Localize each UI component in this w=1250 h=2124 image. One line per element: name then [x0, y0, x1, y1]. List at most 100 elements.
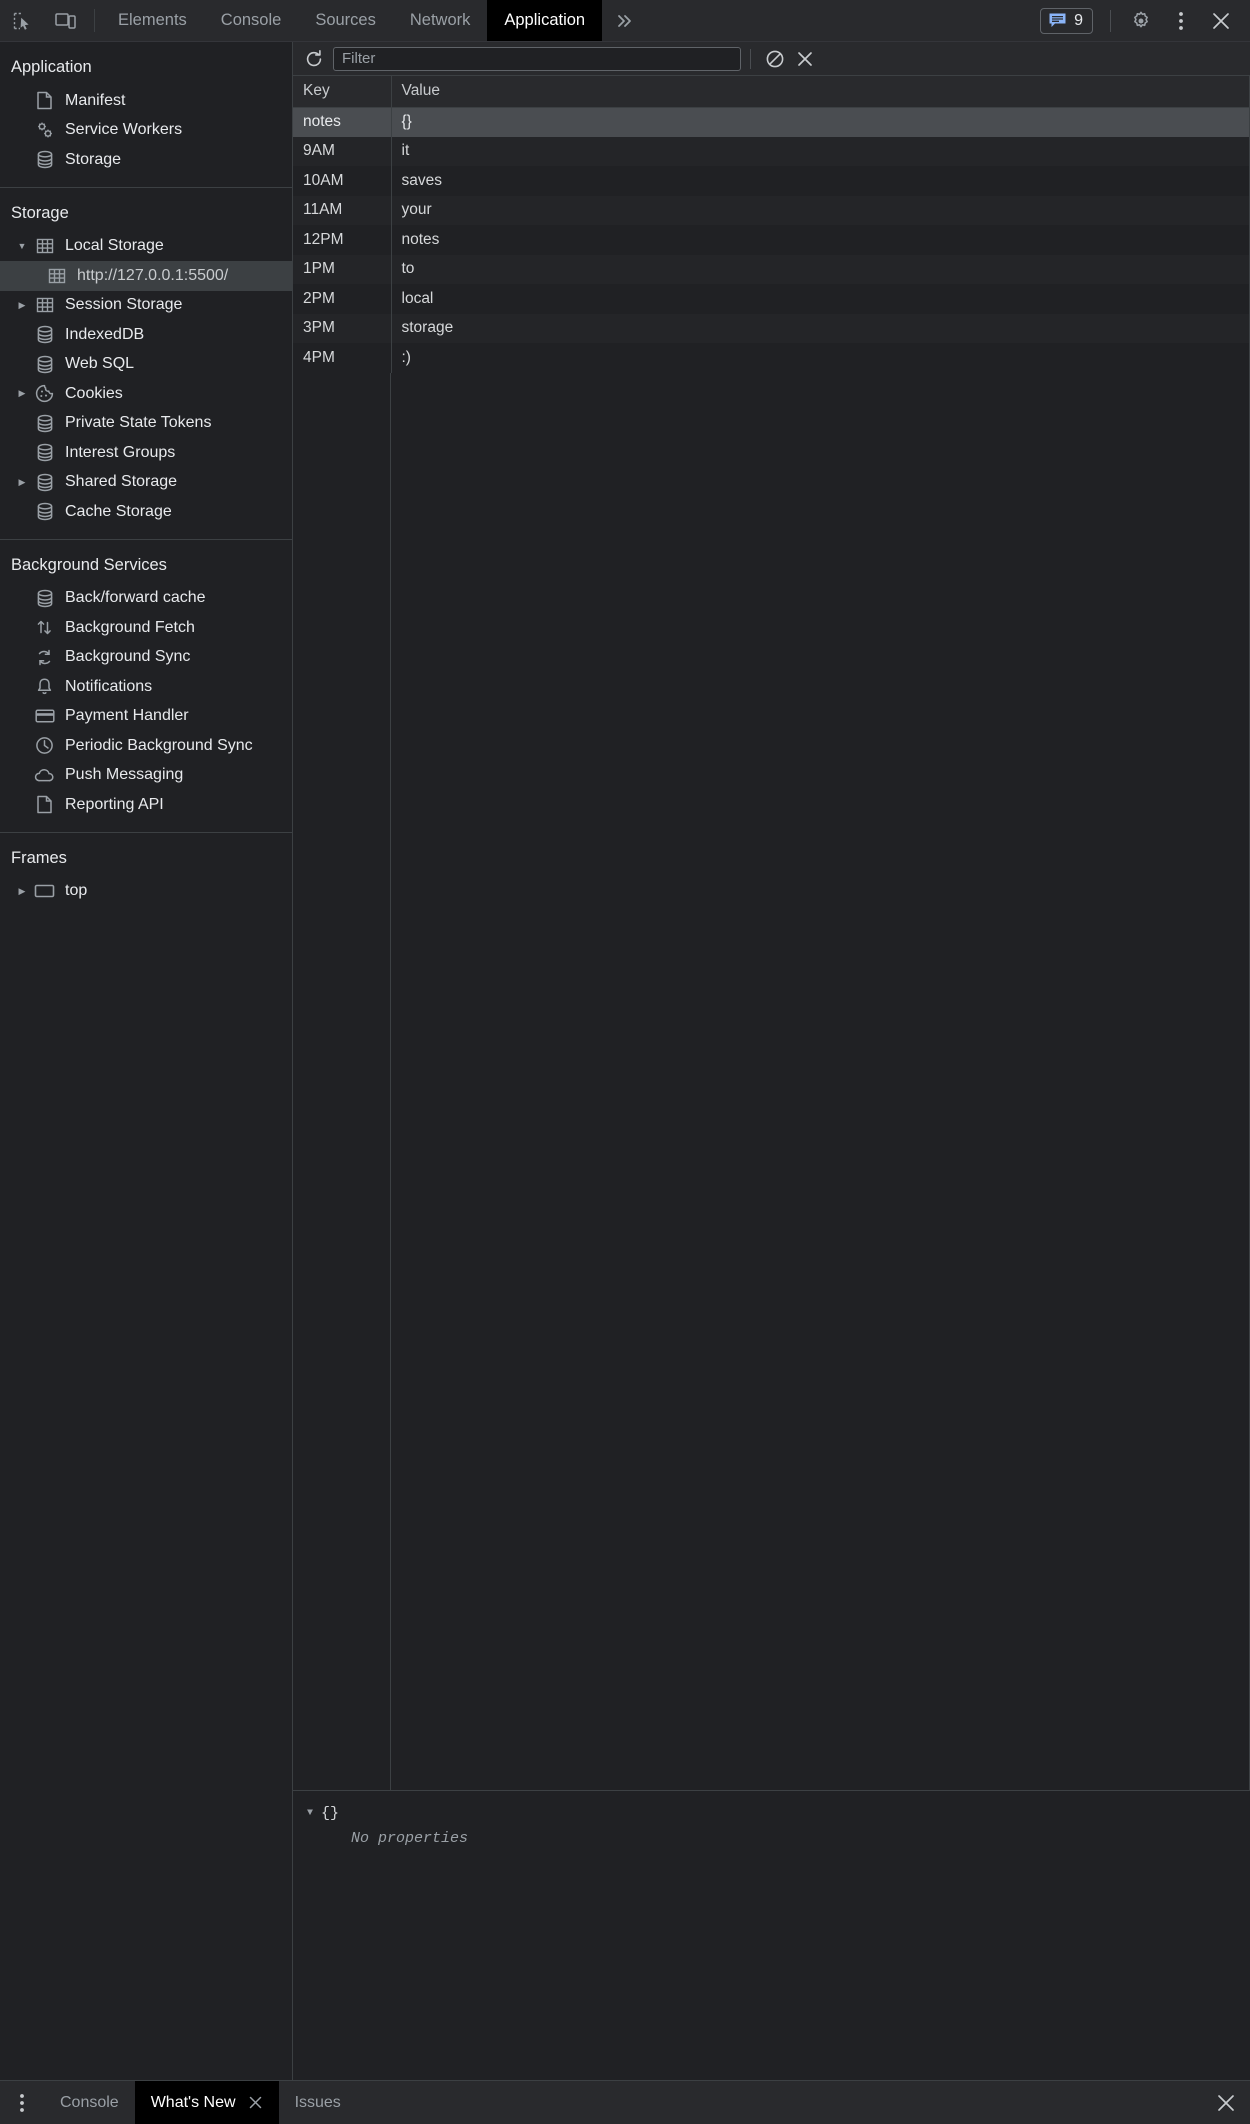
- sidebar-item-top-frame[interactable]: ▶ top: [0, 877, 292, 907]
- gears-icon: [30, 120, 59, 140]
- expand-arrow-down-icon[interactable]: ▼: [14, 241, 30, 251]
- sidebar-item-background-sync[interactable]: ▶ Background Sync: [0, 643, 292, 673]
- tab-elements[interactable]: Elements: [101, 0, 204, 41]
- document-icon: [30, 795, 59, 814]
- drawer-tab-issues[interactable]: Issues: [279, 2081, 357, 2124]
- sidebar-item-manifest[interactable]: ▶ Manifest: [0, 86, 292, 116]
- database-icon: [30, 589, 59, 608]
- more-vertical-icon[interactable]: [1162, 2, 1200, 40]
- drawer-tab-whats-new[interactable]: What's New: [134, 2081, 279, 2124]
- message-count-badge[interactable]: 9: [1040, 7, 1093, 34]
- column-header-key[interactable]: Key: [293, 76, 392, 108]
- table-row[interactable]: 4PM :): [293, 343, 1250, 373]
- close-icon[interactable]: [1216, 2093, 1236, 2113]
- cell-value[interactable]: saves: [391, 166, 1250, 196]
- value-preview-pane: ▼ {} No properties: [293, 1790, 1250, 2080]
- gear-icon[interactable]: [1122, 2, 1160, 40]
- delete-icon[interactable]: [790, 45, 820, 73]
- sidebar-item-shared-storage[interactable]: ▶ Shared Storage: [0, 468, 292, 498]
- devtools-body: Application ▶ Manifest ▶: [0, 42, 1250, 2080]
- sidebar-item-indexeddb[interactable]: ▶ IndexedDB: [0, 320, 292, 350]
- tab-sources[interactable]: Sources: [298, 0, 393, 41]
- drawer-tab-console[interactable]: Console: [44, 2081, 135, 2124]
- clear-filter-icon[interactable]: [760, 45, 790, 73]
- preview-root-row[interactable]: ▼ {}: [307, 1805, 1250, 1822]
- filter-input[interactable]: Filter: [333, 46, 741, 71]
- table-row[interactable]: 9AM it: [293, 136, 1250, 166]
- sidebar-item-private-state-tokens[interactable]: ▶ Private State Tokens: [0, 409, 292, 439]
- sidebar-section-title-application: Application: [11, 58, 92, 76]
- tab-application[interactable]: Application: [487, 0, 603, 41]
- sidebar-item-label: Notifications: [65, 677, 153, 695]
- sidebar-item-session-storage[interactable]: ▶ Session Storage: [0, 291, 292, 321]
- sidebar-item-storage[interactable]: ▶ Storage: [0, 145, 292, 175]
- cell-value[interactable]: storage: [391, 313, 1250, 343]
- refresh-icon[interactable]: [299, 45, 329, 73]
- cell-value[interactable]: local: [391, 284, 1250, 314]
- table-row[interactable]: 3PM storage: [293, 313, 1250, 343]
- sidebar-item-label: top: [65, 882, 88, 900]
- sidebar-item-service-workers[interactable]: ▶ Service Workers: [0, 116, 292, 146]
- sidebar-item-local-storage[interactable]: ▼ Local Storage: [0, 232, 292, 262]
- cell-key[interactable]: 11AM: [293, 195, 392, 225]
- database-icon: [30, 443, 59, 462]
- sidebar-item-cache-storage[interactable]: ▶ Cache Storage: [0, 497, 292, 527]
- sidebar-item-push-messaging[interactable]: ▶ Push Messaging: [0, 761, 292, 791]
- toolbar-divider: [94, 9, 95, 32]
- table-row[interactable]: 2PM local: [293, 284, 1250, 314]
- table-row[interactable]: 12PM notes: [293, 225, 1250, 255]
- sidebar-item-local-storage-origin[interactable]: http://127.0.0.1:5500/: [0, 261, 292, 291]
- cell-value[interactable]: notes: [391, 225, 1250, 255]
- sidebar-item-notifications[interactable]: ▶ Notifications: [0, 672, 292, 702]
- cell-key[interactable]: 2PM: [293, 284, 392, 314]
- expand-arrow-right-icon[interactable]: ▶: [14, 388, 30, 399]
- sidebar-item-label: Back/forward cache: [65, 589, 206, 607]
- cell-value[interactable]: :): [391, 343, 1250, 373]
- tab-network[interactable]: Network: [393, 0, 488, 41]
- sidebar-item-back-forward-cache[interactable]: ▶ Back/forward cache: [0, 584, 292, 614]
- tab-console[interactable]: Console: [204, 0, 299, 41]
- cell-key[interactable]: notes: [293, 107, 392, 137]
- close-icon[interactable]: [1202, 2, 1240, 40]
- sidebar-section-title-background-services: Background Services: [11, 555, 167, 574]
- sidebar-item-cookies[interactable]: ▶ Cookies: [0, 379, 292, 409]
- inspect-cursor-icon[interactable]: [0, 0, 44, 41]
- sidebar-item-payment-handler[interactable]: ▶ Payment Handler: [0, 702, 292, 732]
- tab-console-label: Console: [220, 11, 282, 29]
- cell-key[interactable]: 9AM: [293, 136, 392, 166]
- cell-value[interactable]: your: [391, 195, 1250, 225]
- sidebar-item-web-sql[interactable]: ▶ Web SQL: [0, 350, 292, 380]
- sidebar-item-background-fetch[interactable]: ▶ Background Fetch: [0, 613, 292, 643]
- more-vertical-icon[interactable]: [0, 2081, 44, 2124]
- expand-arrow-right-icon[interactable]: ▶: [14, 886, 30, 897]
- table-row[interactable]: 1PM to: [293, 254, 1250, 284]
- cell-key[interactable]: 12PM: [293, 225, 392, 255]
- cell-key[interactable]: 3PM: [293, 313, 392, 343]
- sidebar-item-periodic-background-sync[interactable]: ▶ Periodic Background Sync: [0, 731, 292, 761]
- cell-value[interactable]: it: [391, 136, 1250, 166]
- sidebar-item-label: IndexedDB: [65, 325, 145, 343]
- cell-key[interactable]: 10AM: [293, 166, 392, 196]
- cell-value[interactable]: to: [391, 254, 1250, 284]
- sidebar-item-interest-groups[interactable]: ▶ Interest Groups: [0, 438, 292, 468]
- table-empty-area[interactable]: [293, 372, 1250, 1790]
- cell-value[interactable]: {}: [391, 107, 1250, 137]
- cell-key[interactable]: 1PM: [293, 254, 392, 284]
- expand-arrow-down-icon[interactable]: ▼: [307, 1808, 313, 1819]
- sidebar-item-reporting-api[interactable]: ▶ Reporting API: [0, 790, 292, 820]
- table-row[interactable]: 10AM saves: [293, 166, 1250, 196]
- local-storage-table: Key Value notes {} 9AM it 10AM saves 11A…: [293, 76, 1250, 373]
- expand-arrow-right-icon[interactable]: ▶: [14, 477, 30, 488]
- device-toolbar-icon[interactable]: [44, 0, 88, 41]
- storage-table-container[interactable]: Key Value notes {} 9AM it 10AM saves 11A…: [293, 76, 1250, 1790]
- application-sidebar[interactable]: Application ▶ Manifest ▶: [0, 42, 293, 2080]
- close-icon[interactable]: [248, 2095, 263, 2110]
- message-count: 9: [1074, 11, 1083, 29]
- table-row[interactable]: notes {}: [293, 107, 1250, 137]
- column-header-value[interactable]: Value: [391, 76, 1250, 108]
- table-row[interactable]: 11AM your: [293, 195, 1250, 225]
- table-icon: [30, 296, 59, 314]
- more-tabs-chevron-icon[interactable]: [602, 0, 648, 41]
- expand-arrow-right-icon[interactable]: ▶: [14, 300, 30, 311]
- cell-key[interactable]: 4PM: [293, 343, 392, 373]
